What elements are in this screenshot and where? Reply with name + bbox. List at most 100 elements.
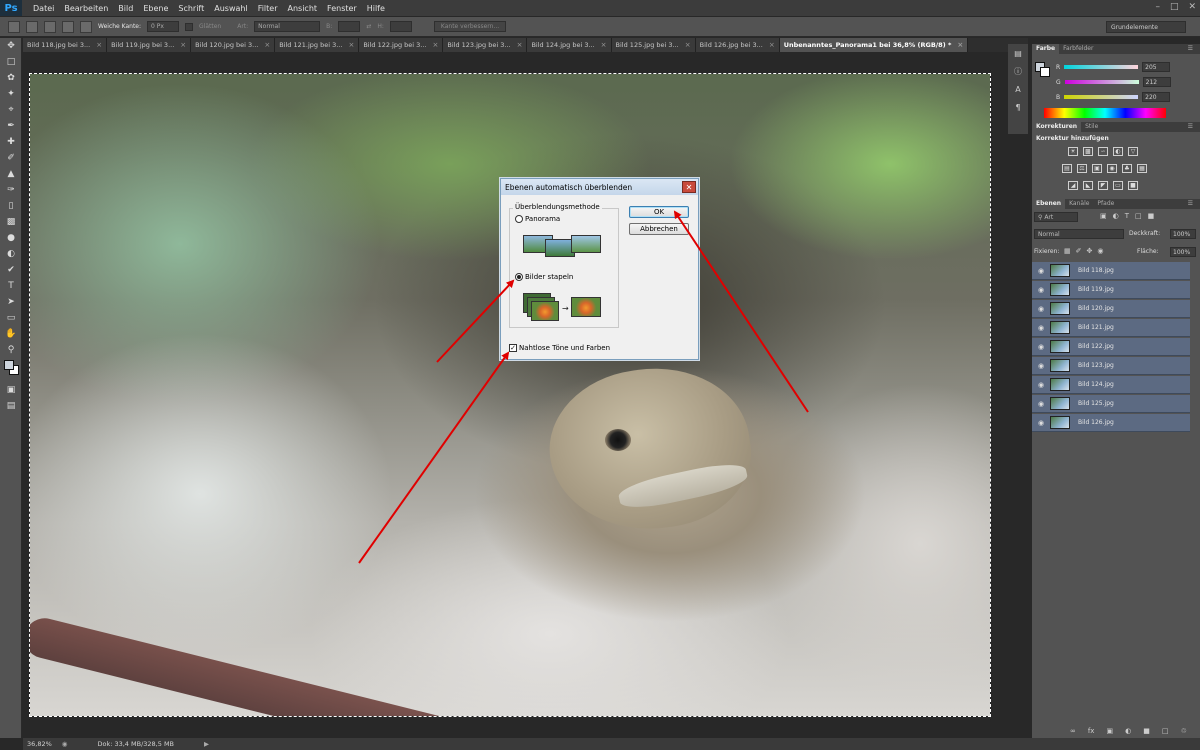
eye-icon[interactable]: ◉ — [1032, 286, 1050, 294]
panel-menu-icon[interactable]: ☰ — [1184, 44, 1197, 54]
tab-farbfelder[interactable]: Farbfelder — [1059, 44, 1097, 54]
color-spectrum[interactable] — [1044, 108, 1166, 118]
photo-filter-icon[interactable]: ◉ — [1107, 164, 1117, 173]
filter-adjust-icon[interactable]: ◐ — [1113, 212, 1119, 220]
new-layer-icon[interactable]: □ — [1162, 727, 1169, 735]
zoom-level[interactable]: 36,82% — [23, 740, 56, 748]
lock-icons: ▦ ✐ ✥ ◉ — [1064, 247, 1103, 255]
lock-all-icon[interactable]: ◉ — [1097, 247, 1103, 255]
link-layers-icon[interactable]: ∞ — [1070, 727, 1076, 735]
tab-kanaele[interactable]: Kanäle — [1065, 199, 1093, 209]
brightness-icon[interactable]: ☀ — [1068, 147, 1078, 156]
color-balance-icon[interactable]: ⚖ — [1077, 164, 1087, 173]
fill-input[interactable]: 100% — [1170, 247, 1196, 257]
collapsed-panel-dock: ▤ ⓘ A ¶ — [1008, 44, 1028, 134]
invert-icon[interactable]: ◢ — [1068, 181, 1078, 190]
lock-transparency-icon[interactable]: ▦ — [1064, 247, 1071, 255]
arrow-to-stack-option — [436, 279, 515, 363]
b-track[interactable] — [1064, 95, 1139, 99]
new-group-icon[interactable]: ■ — [1143, 727, 1150, 735]
opacity-label: Deckkraft: — [1129, 230, 1161, 237]
channel-mixer-icon[interactable]: ♣ — [1122, 164, 1132, 173]
photoshop-window: Ps Datei Bearbeiten Bild Ebene Schrift A… — [0, 0, 1200, 750]
layer-row[interactable]: ◉ Bild 125.jpg — [1032, 395, 1190, 413]
layer-thumbnail — [1050, 378, 1070, 391]
r-value[interactable]: 205 — [1142, 62, 1171, 72]
paragraph-panel-icon[interactable]: ¶ — [1008, 98, 1028, 116]
filter-pixel-icon[interactable]: ▣ — [1100, 212, 1107, 220]
eye-icon[interactable]: ◉ — [1032, 400, 1050, 408]
black-white-icon[interactable]: ▣ — [1092, 164, 1102, 173]
opacity-input[interactable]: 100% — [1170, 229, 1196, 239]
layer-row[interactable]: ◉ Bild 121.jpg — [1032, 319, 1190, 337]
fill-label: Fläche: — [1137, 248, 1159, 255]
layer-row[interactable]: ◉ Bild 124.jpg — [1032, 376, 1190, 394]
eye-icon[interactable]: ◉ — [1032, 343, 1050, 351]
tab-korrekturen[interactable]: Korrekturen — [1032, 122, 1082, 132]
layer-name: Bild 123.jpg — [1078, 362, 1114, 369]
exposure-icon[interactable]: ◐ — [1113, 147, 1123, 156]
foreground-color-swatch[interactable] — [4, 360, 14, 370]
color-lookup-icon[interactable]: ▦ — [1137, 164, 1147, 173]
layer-row[interactable]: ◉ Bild 126.jpg — [1032, 414, 1190, 432]
history-panel-icon[interactable]: ▤ — [1008, 44, 1028, 62]
info-panel-icon[interactable]: ⓘ — [1008, 62, 1028, 80]
layer-style-icon[interactable]: fx — [1088, 727, 1095, 735]
b-value[interactable]: 220 — [1142, 92, 1171, 102]
filter-type-icon[interactable]: T — [1125, 212, 1129, 220]
layer-filter-select[interactable]: ⚲ Art — [1034, 212, 1078, 222]
lock-label: Fixieren: — [1034, 248, 1060, 255]
levels-icon[interactable]: ▩ — [1083, 147, 1093, 156]
eye-icon[interactable]: ◉ — [1032, 305, 1050, 313]
adjust-row-3: ◢ ◣ ◤ ▭ ■ — [1068, 181, 1138, 190]
eye-icon[interactable]: ◉ — [1032, 324, 1050, 332]
filter-shape-icon[interactable]: □ — [1135, 212, 1142, 220]
panel-menu-icon[interactable]: ☰ — [1184, 199, 1197, 209]
eye-icon[interactable]: ◉ — [1032, 362, 1050, 370]
blend-mode-select[interactable]: Normal — [1034, 229, 1124, 239]
lock-pixels-icon[interactable]: ✐ — [1076, 247, 1082, 255]
delete-layer-icon[interactable]: ♲ — [1180, 727, 1186, 735]
threshold-icon[interactable]: ◤ — [1098, 181, 1108, 190]
new-adjustment-icon[interactable]: ◐ — [1125, 727, 1131, 735]
selective-color-icon[interactable]: ■ — [1128, 181, 1138, 190]
g-track[interactable] — [1064, 80, 1139, 84]
gradient-map-icon[interactable]: ▭ — [1113, 181, 1123, 190]
slider-b[interactable]: B 220 — [1056, 92, 1171, 102]
character-panel-icon[interactable]: A — [1008, 80, 1028, 98]
layer-thumbnail — [1050, 359, 1070, 372]
panel-menu-icon[interactable]: ☰ — [1184, 122, 1197, 132]
filter-smart-icon[interactable]: ■ — [1148, 212, 1155, 220]
layer-mask-icon[interactable]: ▣ — [1106, 727, 1113, 735]
status-info-icon[interactable]: ◉ — [62, 740, 68, 748]
status-expand-icon[interactable]: ▶ — [204, 740, 209, 748]
layer-row[interactable]: ◉ Bild 120.jpg — [1032, 300, 1190, 318]
tab-ebenen[interactable]: Ebenen — [1032, 199, 1066, 209]
slider-r[interactable]: R 205 — [1056, 62, 1171, 72]
layer-name: Bild 118.jpg — [1078, 267, 1114, 274]
adjust-row-1: ☀ ▩ ∽ ◐ ▽ — [1068, 147, 1138, 156]
layer-name: Bild 119.jpg — [1078, 286, 1114, 293]
vibrance-icon[interactable]: ▽ — [1128, 147, 1138, 156]
g-value[interactable]: 212 — [1142, 77, 1171, 87]
color-bg-swatch[interactable] — [1040, 67, 1050, 77]
eye-icon[interactable]: ◉ — [1032, 381, 1050, 389]
tab-farbe[interactable]: Farbe — [1032, 44, 1060, 54]
layer-row[interactable]: ◉ Bild 118.jpg — [1032, 262, 1190, 280]
posterize-icon[interactable]: ◣ — [1083, 181, 1093, 190]
eye-icon[interactable]: ◉ — [1032, 419, 1050, 427]
r-track[interactable] — [1064, 65, 1139, 69]
layer-row[interactable]: ◉ Bild 123.jpg — [1032, 357, 1190, 375]
lock-position-icon[interactable]: ✥ — [1087, 247, 1093, 255]
layer-row[interactable]: ◉ Bild 122.jpg — [1032, 338, 1190, 356]
curves-icon[interactable]: ∽ — [1098, 147, 1108, 156]
slider-g[interactable]: G 212 — [1056, 77, 1171, 87]
tab-stile[interactable]: Stile — [1081, 122, 1102, 132]
tab-pfade[interactable]: Pfade — [1093, 199, 1118, 209]
layer-row[interactable]: ◉ Bild 119.jpg — [1032, 281, 1190, 299]
eye-icon[interactable]: ◉ — [1032, 267, 1050, 275]
layer-name: Bild 120.jpg — [1078, 305, 1114, 312]
hue-saturation-icon[interactable]: ▤ — [1062, 164, 1072, 173]
layer-thumbnail — [1050, 283, 1070, 296]
adjust-row-2: ▤ ⚖ ▣ ◉ ♣ ▦ — [1062, 164, 1147, 173]
